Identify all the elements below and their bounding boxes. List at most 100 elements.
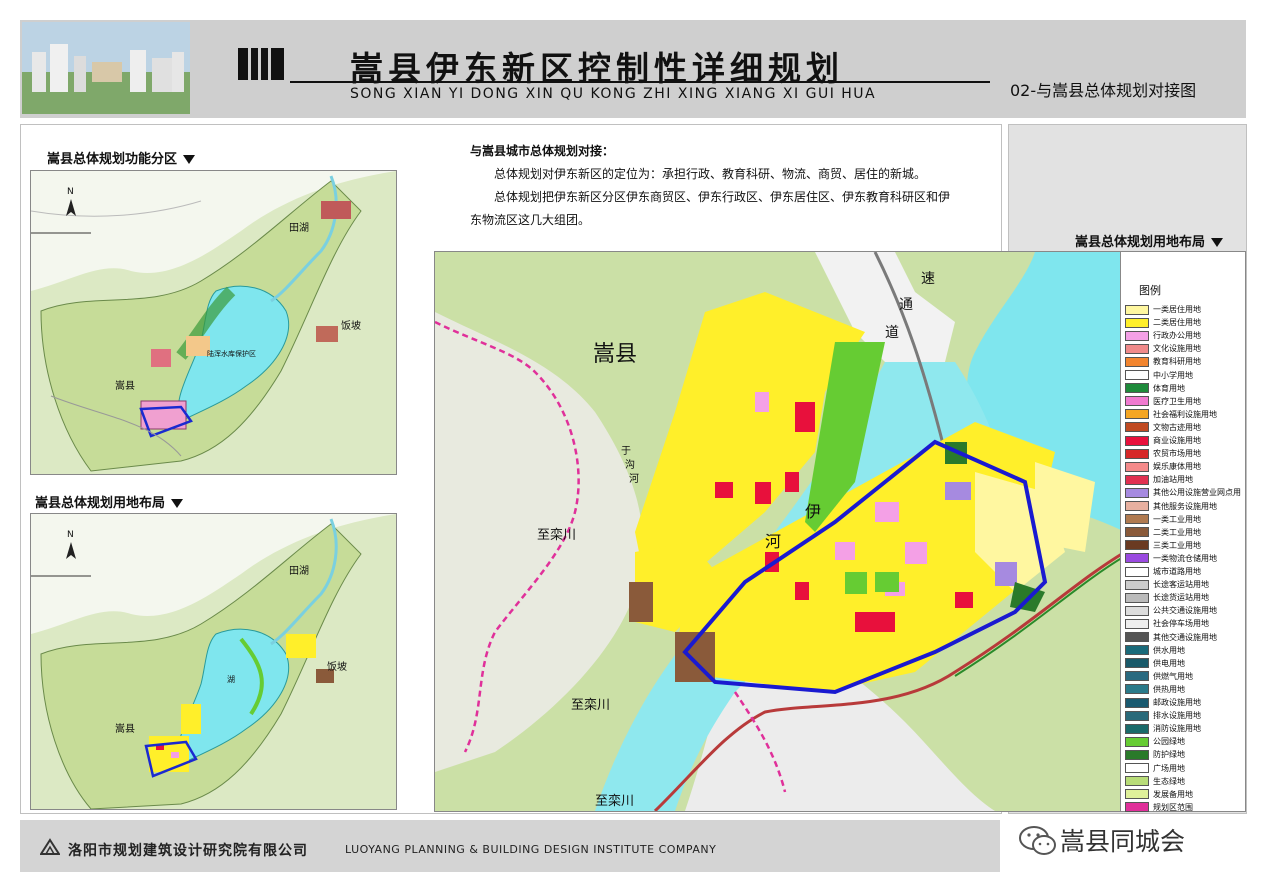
legend-item: 其他交通设施用地 bbox=[1125, 632, 1245, 644]
legend-label: 长途货运站用地 bbox=[1153, 593, 1209, 603]
legend-item: 供水用地 bbox=[1125, 645, 1245, 657]
legend-item: 一类居住用地 bbox=[1125, 304, 1245, 316]
label-fanpo: 饭坡 bbox=[327, 662, 347, 673]
legend-swatch bbox=[1125, 658, 1149, 669]
legend-swatch bbox=[1125, 448, 1149, 459]
legend-label: 排水设施用地 bbox=[1153, 711, 1201, 721]
section-title-functional-zoning: 嵩县总体规划功能分区 bbox=[47, 148, 196, 167]
description-text: 与嵩县城市总体规划对接： 总体规划对伊东新区的定位为：承担行政、教育科研、物流、… bbox=[470, 140, 950, 232]
legend-label: 社会停车场用地 bbox=[1153, 619, 1209, 629]
label-gou-1: 于 bbox=[621, 446, 631, 457]
legend-item: 广场用地 bbox=[1125, 763, 1245, 775]
legend-swatch bbox=[1125, 461, 1149, 472]
legend-item: 三类工业用地 bbox=[1125, 540, 1245, 552]
legend-swatch bbox=[1125, 343, 1149, 354]
label-expressway-1: 速 bbox=[921, 271, 935, 287]
legend-swatch bbox=[1125, 632, 1149, 642]
legend-item: 一类工业用地 bbox=[1125, 514, 1245, 526]
legend-swatch bbox=[1125, 435, 1149, 446]
legend-swatch bbox=[1125, 540, 1149, 551]
legend-label: 娱乐康体用地 bbox=[1153, 462, 1201, 472]
watermark-text: 嵩县同城会 bbox=[1060, 827, 1186, 856]
label-yi-river-1: 伊 bbox=[805, 502, 822, 521]
legend-swatch bbox=[1125, 396, 1149, 407]
triangle-down-icon bbox=[1211, 238, 1224, 247]
legend-item: 生态绿地 bbox=[1125, 776, 1245, 788]
legend-swatch bbox=[1125, 383, 1149, 394]
legend-item: 中小学用地 bbox=[1125, 370, 1245, 382]
label-fanpo: 饭坡 bbox=[341, 321, 361, 332]
legend-label: 城市道路用地 bbox=[1153, 567, 1201, 576]
legend-label: 农贸市场用地 bbox=[1153, 449, 1201, 459]
company-name-cn: 洛阳市规划建筑设计研究院有限公司 bbox=[68, 843, 308, 859]
north-arrow-label: N bbox=[67, 530, 74, 540]
legend-label: 供电用地 bbox=[1153, 658, 1185, 668]
legend-label: 一类居住用地 bbox=[1153, 305, 1201, 314]
legend-item: 长途货运站用地 bbox=[1125, 592, 1245, 604]
legend-swatch bbox=[1125, 553, 1149, 564]
legend-label: 邮政设施用地 bbox=[1153, 698, 1201, 707]
label-expressway-3: 道 bbox=[885, 325, 899, 341]
legend-item: 二类居住用地 bbox=[1125, 317, 1245, 329]
legend-item: 排水设施用地 bbox=[1125, 710, 1245, 722]
label-to-luanchuan-3: 至栾川 bbox=[595, 794, 635, 809]
legend-item: 社会福利设施用地 bbox=[1125, 409, 1245, 421]
land-use-small-map: N 田湖 饭坡 嵩县 湖 bbox=[30, 513, 397, 810]
legend-label: 长途客运站用地 bbox=[1153, 580, 1209, 590]
legend-swatch bbox=[1125, 566, 1149, 577]
legend-label: 规划区范围 bbox=[1153, 802, 1193, 812]
legend-swatch bbox=[1125, 684, 1149, 695]
section-title-land-use-small: 嵩县总体规划用地布局 bbox=[35, 492, 184, 511]
legend-item: 长途客运站用地 bbox=[1125, 579, 1245, 591]
legend-label: 供热用地 bbox=[1153, 684, 1185, 694]
legend-item: 城市道路用地 bbox=[1125, 566, 1245, 578]
legend-swatch bbox=[1125, 671, 1149, 682]
legend-swatch bbox=[1125, 514, 1149, 525]
legend-label: 一类工业用地 bbox=[1153, 514, 1201, 524]
wechat-icon bbox=[1019, 826, 1056, 855]
legend-label: 三类工业用地 bbox=[1153, 540, 1201, 550]
legend-item: 供电用地 bbox=[1125, 658, 1245, 670]
legend-swatch bbox=[1125, 501, 1149, 511]
legend-item: 加油站用地 bbox=[1125, 474, 1245, 486]
label-lake: 湖 bbox=[227, 675, 235, 684]
map-legend: 图例 一类居住用地 二类居住用地 行政办公用地 文化设施用地 教育科研用地 中小学用地 体育… bbox=[1120, 251, 1246, 813]
triangle-down-icon bbox=[183, 155, 196, 164]
label-to-luanchuan-1: 至栾川 bbox=[537, 528, 577, 543]
triangle-down-icon bbox=[171, 499, 184, 508]
legend-swatch bbox=[1125, 645, 1149, 656]
legend-swatch bbox=[1125, 409, 1149, 420]
legend-label: 加油站用地 bbox=[1153, 475, 1193, 485]
legend-item: 医疗卫生用地 bbox=[1125, 396, 1245, 408]
legend-swatch bbox=[1125, 370, 1149, 380]
legend-item: 娱乐康体用地 bbox=[1125, 461, 1245, 473]
legend-item: 文物古迹用地 bbox=[1125, 422, 1245, 434]
legend-item: 公园绿地 bbox=[1125, 736, 1245, 748]
legend-label: 公园绿地 bbox=[1153, 737, 1185, 747]
legend-label: 医疗卫生用地 bbox=[1153, 396, 1201, 406]
legend-swatch bbox=[1125, 317, 1149, 328]
label-gou-3: 河 bbox=[629, 474, 639, 485]
section-title-text: 嵩县总体规划用地布局 bbox=[35, 496, 166, 511]
legend-item: 供热用地 bbox=[1125, 684, 1245, 696]
label-gou-2: 沟 bbox=[625, 460, 635, 471]
rendering-thumbnail bbox=[22, 22, 190, 114]
legend-swatch bbox=[1125, 579, 1149, 590]
title-logo-block bbox=[238, 48, 284, 80]
legend-swatch bbox=[1125, 304, 1149, 315]
legend-item: 其他公用设施营业网点用 bbox=[1125, 487, 1245, 499]
legend-item: 其他服务设施用地 bbox=[1125, 501, 1245, 513]
legend-item: 防护绿地 bbox=[1125, 749, 1245, 761]
legend-swatch bbox=[1125, 592, 1149, 603]
legend-label: 行政办公用地 bbox=[1153, 331, 1201, 341]
legend-swatch bbox=[1125, 356, 1149, 367]
legend-swatch bbox=[1125, 474, 1149, 485]
label-to-luanchuan-2: 至栾川 bbox=[571, 698, 611, 713]
legend-swatch bbox=[1125, 710, 1149, 721]
section-title-text: 嵩县总体规划用地布局 bbox=[1075, 235, 1206, 250]
legend-swatch bbox=[1125, 605, 1149, 616]
legend-label: 其他交通设施用地 bbox=[1153, 632, 1217, 642]
description-heading: 与嵩县城市总体规划对接： bbox=[470, 144, 615, 158]
label-songxian: 嵩县 bbox=[593, 342, 638, 367]
legend-item: 行政办公用地 bbox=[1125, 330, 1245, 342]
